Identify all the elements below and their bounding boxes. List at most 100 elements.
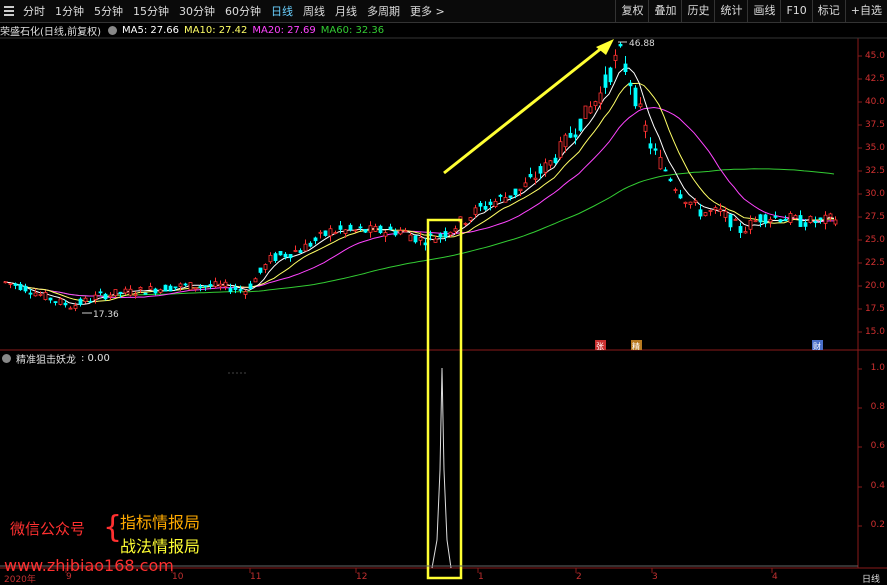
candle-body [8, 283, 13, 285]
candle-body [313, 237, 318, 242]
candle-body [3, 281, 8, 284]
indicator-axis: 1.0 0.8 0.6 0.4 0.2 [860, 0, 887, 583]
candle-body [393, 230, 398, 236]
low-label: 17.36 [93, 310, 119, 320]
candle-body [403, 230, 408, 233]
candle-body [643, 124, 648, 132]
candle-body [768, 218, 773, 223]
candle-body [283, 253, 288, 258]
date-label: 4 [772, 572, 778, 582]
candle-body [478, 202, 483, 207]
candle-body [718, 208, 723, 212]
indicator-info-line: 精准狙击妖龙 : 0.00 [0, 352, 115, 366]
candle-body [738, 226, 743, 233]
ma60-line [3, 168, 835, 297]
candle-body [58, 298, 63, 305]
watermark-url: www.zhibiao168.com [4, 556, 174, 575]
indicator-settings-icon[interactable] [2, 354, 11, 363]
candle-body [128, 288, 133, 296]
candle-body [733, 218, 738, 221]
candle-body [428, 233, 433, 236]
candle-body [723, 210, 728, 218]
watermark-line2: 战法情报局 [120, 537, 201, 556]
candle-body [388, 226, 393, 230]
candle-body [818, 217, 823, 220]
candle-body [658, 156, 663, 170]
candle-body [218, 283, 223, 287]
candle-body [193, 287, 198, 290]
candle-body [78, 298, 83, 305]
candle-body [188, 282, 193, 291]
candle-body [263, 264, 268, 270]
candle-body [423, 242, 428, 246]
candle-body [803, 222, 808, 227]
indicator-tick: 0.4 [870, 481, 885, 491]
candle-body [533, 177, 538, 180]
candle-body [138, 287, 143, 290]
watermark-line1: 指标情报局 [120, 513, 201, 532]
candle-body [48, 297, 53, 301]
candle-body [638, 103, 643, 108]
watermark-wechat: 微信公众号 [10, 520, 86, 538]
candle-body [253, 278, 258, 283]
candle-body [603, 74, 608, 88]
candle-body [623, 63, 628, 73]
candle-body [143, 292, 148, 295]
candle-body [103, 293, 108, 300]
candle-body [578, 118, 583, 131]
date-label: 2 [576, 572, 582, 582]
candle-body [633, 87, 638, 107]
candle-body [648, 143, 653, 149]
candle-body [528, 173, 533, 178]
indicator-spike [431, 367, 452, 569]
candle-body [508, 195, 513, 198]
candle-body [243, 291, 248, 295]
date-label: 12 [356, 572, 368, 582]
candle-body [488, 201, 493, 205]
candle-body [813, 221, 818, 224]
candle-body [223, 281, 228, 287]
candle-body [113, 289, 118, 297]
candle-body [268, 255, 273, 263]
candle-body [68, 307, 73, 310]
candle-body [178, 283, 183, 287]
candle-body [598, 92, 603, 104]
candle-body [303, 243, 308, 252]
candle-body [203, 285, 208, 288]
candle-body [383, 232, 388, 237]
date-label: 11 [250, 572, 262, 582]
trend-arrow [443, 45, 604, 175]
candle-body [63, 302, 68, 306]
candle-body [708, 210, 713, 212]
candle-body [408, 234, 413, 242]
candle-body [653, 148, 658, 151]
candle-body [158, 289, 163, 293]
candle-body [743, 231, 748, 234]
candle-body [678, 194, 683, 199]
candle-body [713, 207, 718, 211]
candle-body [538, 166, 543, 174]
candle-body [83, 297, 88, 303]
candle-body [808, 215, 813, 223]
badge-zhang: 张 [596, 342, 604, 351]
candle-body [18, 283, 23, 291]
high-label: 46.88 [629, 39, 655, 49]
candle-body [108, 294, 113, 298]
candle-body [233, 286, 238, 290]
candle-body [618, 43, 623, 47]
candle-body [378, 225, 383, 234]
candle-body [758, 214, 763, 223]
candle-body [123, 288, 128, 294]
candle-body [608, 67, 613, 83]
candle-body [293, 250, 298, 252]
candle-body [823, 214, 828, 224]
ma5-line [3, 67, 835, 305]
candle-body [463, 222, 468, 225]
candle-body [628, 82, 633, 87]
candle-body [93, 294, 98, 300]
candle-body [198, 286, 203, 288]
candle-body [348, 224, 353, 230]
candle-body [258, 267, 263, 273]
kline-chart[interactable]: 46.88 17.36 张 精 财 [0, 0, 887, 583]
candle-body [513, 188, 518, 196]
